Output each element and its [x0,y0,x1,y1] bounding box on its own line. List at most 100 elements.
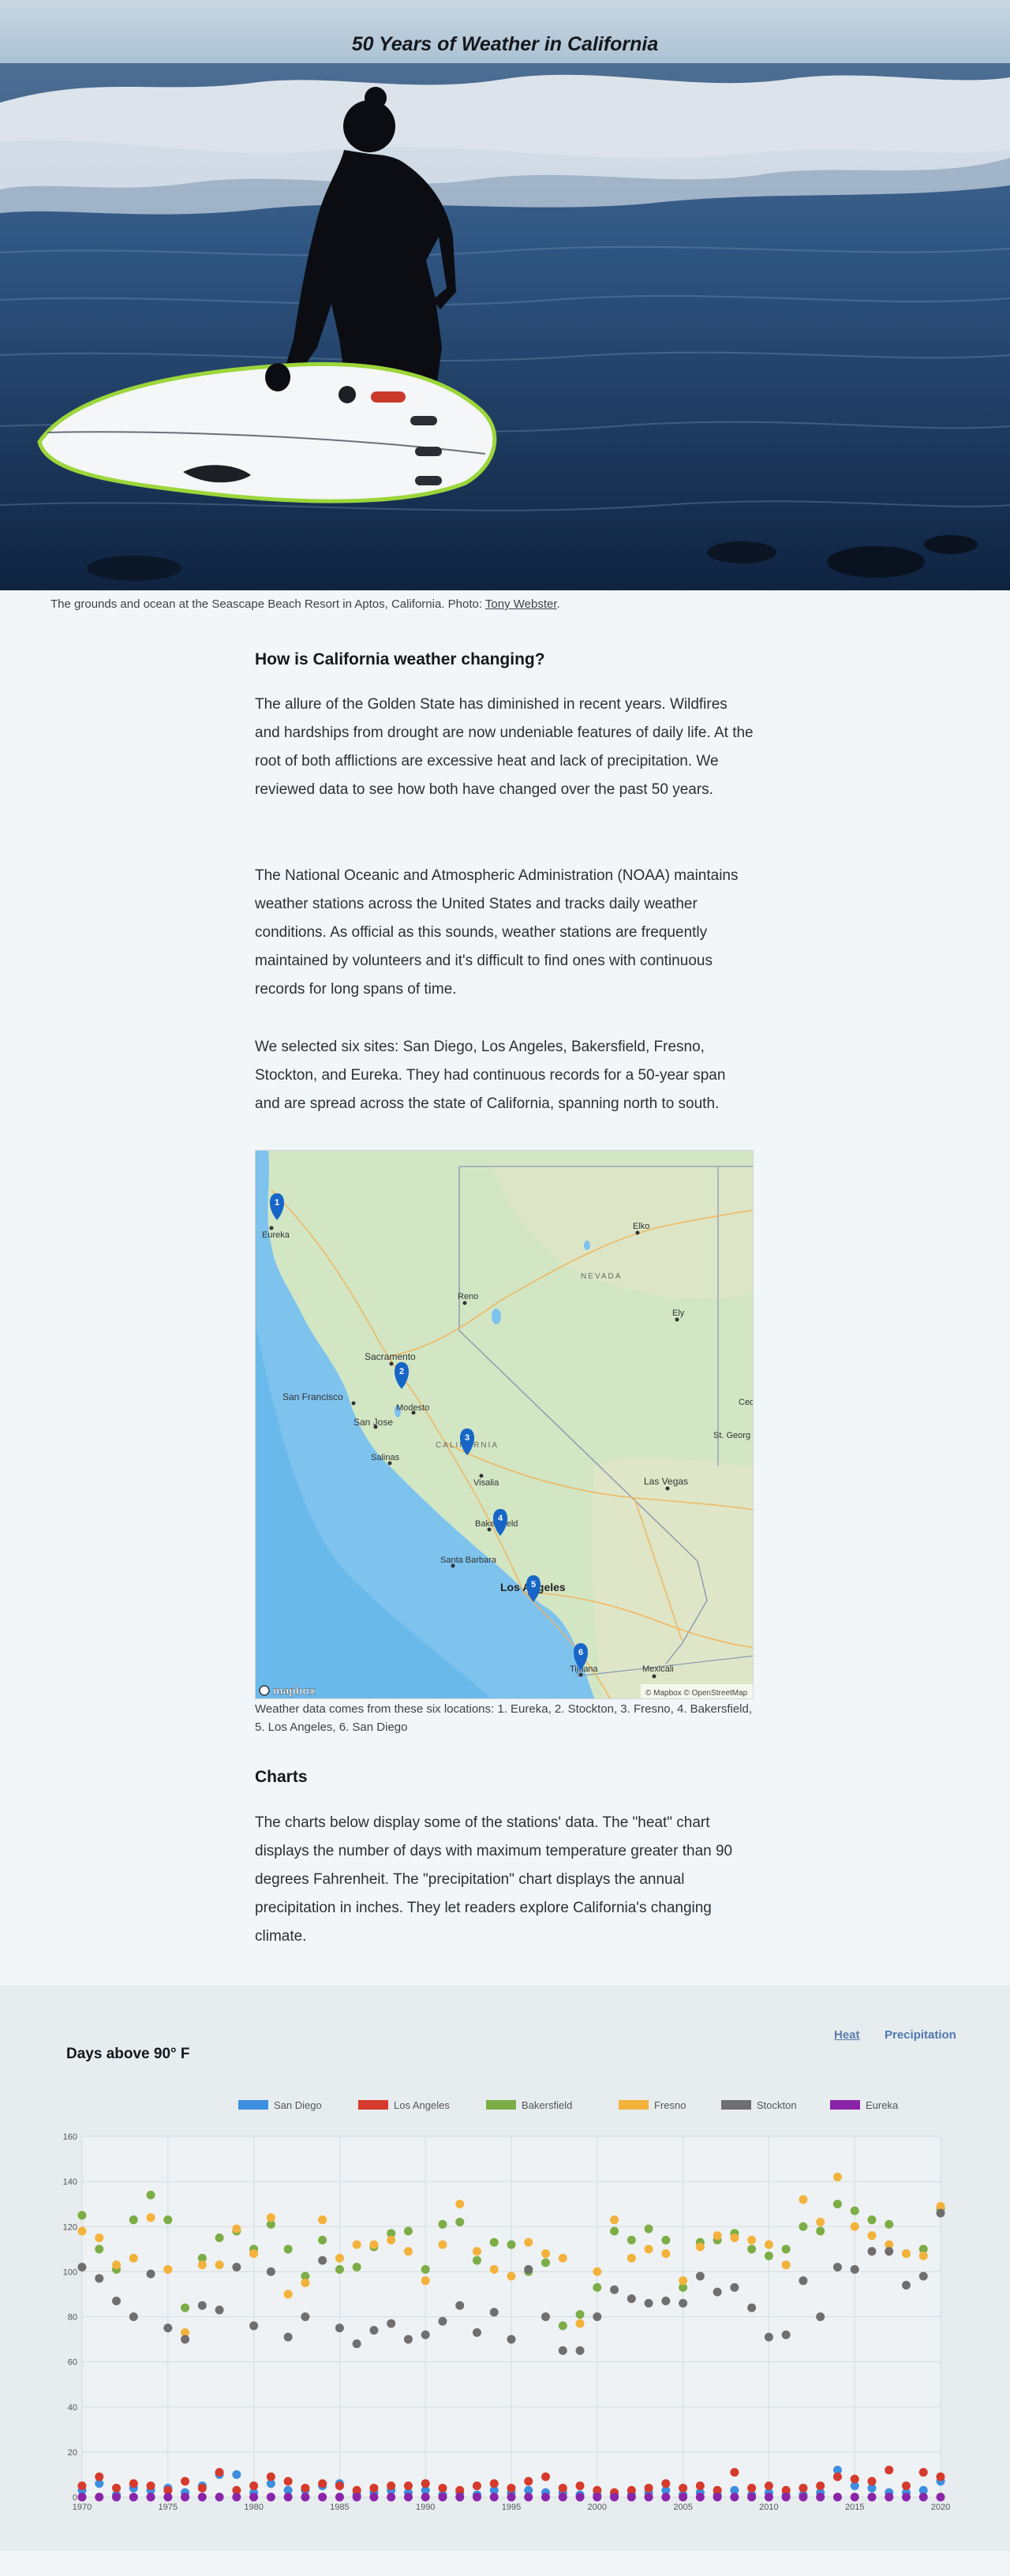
data-point[interactable] [215,2260,224,2270]
data-point[interactable] [438,2316,447,2326]
data-point[interactable] [850,2265,859,2275]
data-point[interactable] [197,2260,207,2270]
station-map[interactable]: Eureka Elko NEVADA Reno Ely Sacramento S… [255,1150,754,1699]
data-point[interactable] [215,2468,224,2477]
data-point[interactable] [266,2267,275,2276]
data-point[interactable] [575,2319,585,2328]
data-point[interactable] [232,2492,241,2502]
data-point[interactable] [730,2282,739,2292]
data-point[interactable] [146,2190,155,2200]
data-point[interactable] [181,2334,190,2344]
data-point[interactable] [627,2235,636,2245]
data-point[interactable] [472,2327,481,2337]
data-point[interactable] [885,2492,894,2502]
data-point[interactable] [764,2251,773,2260]
data-point[interactable] [455,2301,465,2310]
data-point[interactable] [507,2334,516,2344]
data-point[interactable] [95,2492,104,2502]
data-point[interactable] [918,2492,928,2502]
legend-swatch[interactable] [486,2100,516,2110]
tab-heat[interactable]: Heat [834,2028,860,2042]
data-point[interactable] [181,2477,190,2486]
data-point[interactable] [713,2287,722,2297]
legend-label[interactable]: Los Angeles [394,2099,450,2111]
data-point[interactable] [283,2290,293,2299]
data-point[interactable] [438,2484,447,2493]
data-point[interactable] [644,2492,653,2502]
data-point[interactable] [163,2323,173,2333]
data-point[interactable] [901,2481,911,2491]
data-point[interactable] [352,2240,361,2249]
data-point[interactable] [95,2472,104,2481]
data-point[interactable] [610,2226,619,2236]
data-point[interactable] [129,2215,138,2225]
data-point[interactable] [438,2240,447,2249]
data-point[interactable] [197,2484,207,2493]
data-point[interactable] [764,2492,773,2502]
data-point[interactable] [610,2285,619,2294]
map-attribution[interactable]: © Mapbox © OpenStreetMap [645,1689,748,1698]
data-point[interactable] [816,2218,825,2227]
data-point[interactable] [713,2231,722,2241]
data-point[interactable] [764,2481,773,2491]
data-point[interactable] [77,2211,87,2220]
data-point[interactable] [610,2492,619,2502]
legend-swatch[interactable] [619,2100,649,2110]
data-point[interactable] [163,2492,173,2502]
data-point[interactable] [197,2492,207,2502]
data-point[interactable] [558,2346,567,2355]
data-point[interactable] [695,2242,705,2252]
data-point[interactable] [421,2276,430,2286]
data-point[interactable] [918,2468,928,2477]
data-point[interactable] [747,2303,757,2312]
data-point[interactable] [455,2218,465,2227]
data-point[interactable] [747,2484,757,2493]
data-point[interactable] [936,2472,945,2481]
data-point[interactable] [816,2492,825,2502]
data-point[interactable] [146,2481,155,2491]
data-point[interactable] [181,2303,190,2312]
data-point[interactable] [593,2312,602,2321]
data-point[interactable] [129,2312,138,2321]
data-point[interactable] [318,2492,327,2502]
data-point[interactable] [764,2332,773,2342]
data-point[interactable] [850,2206,859,2215]
data-point[interactable] [507,2484,516,2493]
data-point[interactable] [301,2492,310,2502]
tab-precipitation[interactable]: Precipitation [885,2028,956,2042]
data-point[interactable] [730,2233,739,2243]
data-point[interactable] [387,2492,396,2502]
data-point[interactable] [679,2484,688,2493]
data-point[interactable] [95,2245,104,2254]
data-point[interactable] [575,2481,585,2491]
data-point[interactable] [472,2492,481,2502]
data-point[interactable] [403,2492,413,2502]
data-point[interactable] [644,2224,653,2233]
data-point[interactable] [885,2219,894,2229]
data-point[interactable] [524,2477,533,2486]
legend-swatch[interactable] [358,2100,388,2110]
data-point[interactable] [558,2321,567,2331]
data-point[interactable] [850,2492,859,2502]
data-point[interactable] [558,2492,567,2502]
legend-swatch[interactable] [238,2100,268,2110]
data-point[interactable] [387,2481,396,2491]
data-point[interactable] [799,2222,808,2231]
data-point[interactable] [403,2334,413,2344]
data-point[interactable] [266,2472,275,2481]
data-point[interactable] [558,2484,567,2493]
data-point[interactable] [816,2481,825,2491]
data-point[interactable] [781,2260,791,2270]
data-point[interactable] [832,2263,842,2272]
data-point[interactable] [455,2492,465,2502]
data-point[interactable] [816,2226,825,2236]
data-point[interactable] [644,2484,653,2493]
data-point[interactable] [661,2479,671,2488]
data-point[interactable] [249,2492,259,2502]
data-point[interactable] [832,2492,842,2502]
legend-label[interactable]: Fresno [654,2099,686,2111]
data-point[interactable] [387,2319,396,2328]
data-point[interactable] [489,2479,499,2488]
data-point[interactable] [850,2222,859,2231]
data-point[interactable] [610,2215,619,2225]
